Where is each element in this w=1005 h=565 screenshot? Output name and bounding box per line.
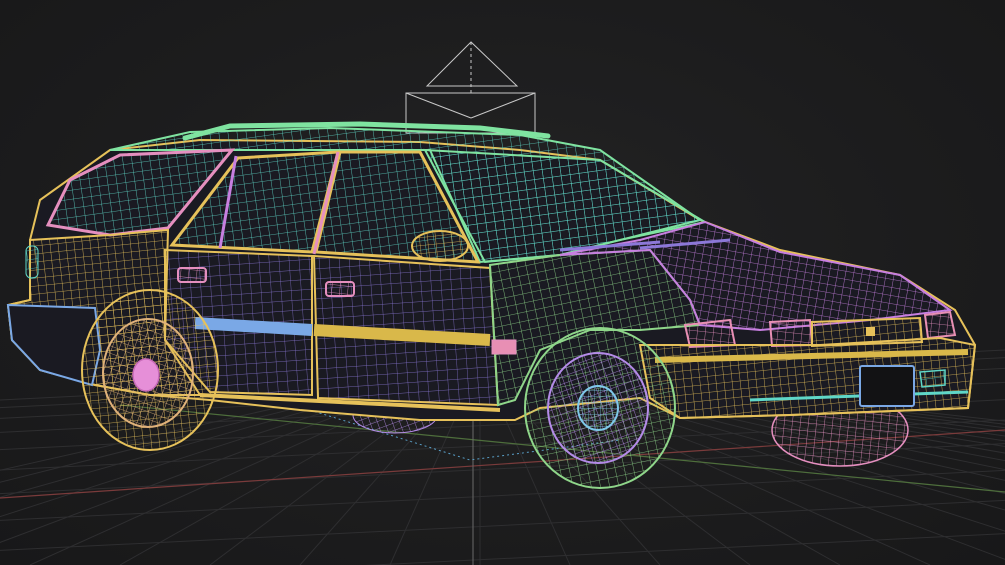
front-near-wheel bbox=[524, 327, 676, 489]
camera-gizmo[interactable] bbox=[405, 41, 536, 134]
headlight-left bbox=[683, 318, 737, 349]
car-wireframe-model[interactable] bbox=[6, 121, 977, 489]
3d-viewport[interactable] bbox=[0, 0, 1005, 565]
viewport-canvas[interactable] bbox=[0, 0, 1005, 565]
front-hub bbox=[577, 385, 619, 431]
fog-light bbox=[919, 369, 946, 388]
side-mirror bbox=[411, 230, 469, 262]
rear-near-wheel bbox=[81, 289, 219, 451]
headlight-right bbox=[768, 318, 814, 348]
rear-hub bbox=[132, 358, 160, 392]
grid-line bbox=[0, 499, 1005, 551]
rear-taillight bbox=[25, 245, 39, 279]
rear-door-handle bbox=[177, 267, 207, 283]
license-plate bbox=[859, 365, 915, 407]
grid-line bbox=[0, 469, 1005, 521]
grid-line bbox=[363, 533, 1005, 565]
front-door-handle bbox=[325, 281, 355, 297]
headlight-far bbox=[923, 310, 957, 340]
side-trim-rear bbox=[194, 317, 313, 336]
side-marker bbox=[491, 339, 517, 355]
grille-emblem bbox=[866, 327, 875, 336]
